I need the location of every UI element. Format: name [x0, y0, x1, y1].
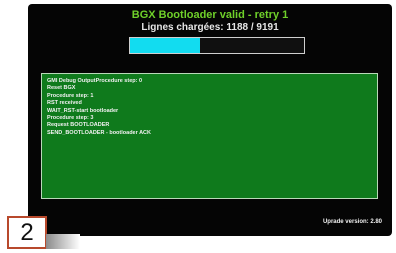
progress-fill	[130, 38, 200, 53]
page: BGX Bootloader valid - retry 1 Lignes ch…	[0, 0, 396, 253]
status-title: BGX Bootloader valid - retry 1	[131, 9, 289, 21]
log-line: Procedure step: 1	[47, 92, 94, 99]
lines-loaded-counter: Lignes chargées: 1188 / 9191	[141, 22, 279, 33]
log-line: GMI Debug OutputProcedure step: 0	[47, 78, 143, 84]
log-line: WAIT_RST-start bootloader	[47, 107, 119, 114]
debug-log-panel: GMI Debug OutputProcedure step: 0 Reset …	[41, 73, 378, 199]
log-line: RST received	[47, 100, 82, 107]
log-line: SEND_BOOTLOADER - bootloader ACK	[47, 129, 151, 136]
step-badge-shadow	[46, 234, 80, 249]
device-screen: BGX Bootloader valid - retry 1 Lignes ch…	[28, 4, 392, 236]
log-line: Reset BGX	[47, 85, 76, 92]
upload-progress-bar	[129, 37, 305, 54]
upgrade-version-label: Uprade version: 2.80	[322, 219, 382, 225]
step-number-badge: 2	[7, 216, 47, 249]
log-line: Procedure step: 3	[47, 115, 94, 122]
log-line: Request BOOTLOADER	[47, 122, 110, 129]
